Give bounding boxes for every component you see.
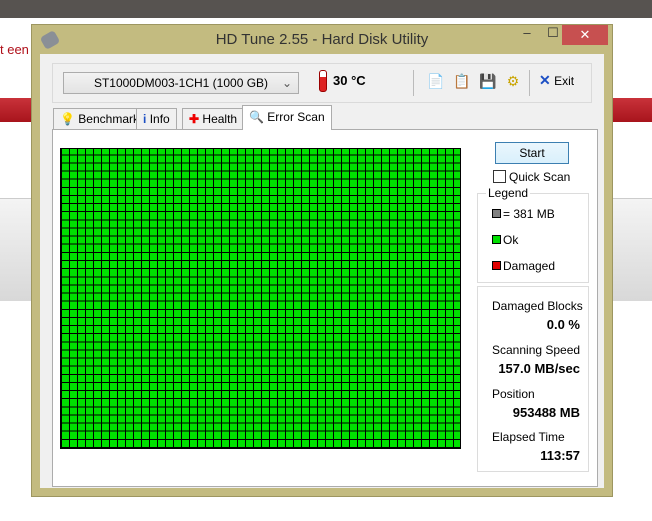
background-text: t een	[0, 42, 29, 57]
magnifier-icon: 🔍	[249, 110, 264, 124]
toolbar: ST1000DM003-1CH1 (1000 GB) ⌄ 30 °C 📄 📋 💾 …	[52, 63, 592, 103]
elapsed-time-label: Elapsed Time	[492, 430, 565, 444]
quick-scan-label: Quick Scan	[509, 170, 571, 184]
legend-title: Legend	[486, 186, 531, 200]
temperature-readout: 30 °C	[333, 73, 366, 88]
exit-label: Exit	[554, 74, 575, 88]
stats-group: Damaged Blocks 0.0 % Scanning Speed 157.…	[477, 286, 589, 472]
options-icon[interactable]: ⚙	[505, 73, 521, 89]
drive-select-value: ST1000DM003-1CH1 (1000 GB)	[93, 76, 269, 90]
legend-block-size: = 381 MB	[492, 207, 555, 221]
copy-text-icon[interactable]: 📄	[427, 73, 444, 89]
tab-label: Health	[202, 112, 238, 126]
legend-label: Ok	[503, 233, 519, 247]
scan-block-map	[60, 148, 461, 449]
drive-select[interactable]: ST1000DM003-1CH1 (1000 GB) ⌄	[63, 72, 299, 94]
thermometer-icon	[319, 70, 327, 92]
legend-damaged: Damaged	[492, 259, 555, 273]
damaged-blocks-value: 0.0 %	[546, 317, 580, 332]
bulb-icon: 💡	[60, 112, 75, 126]
toolbar-divider	[413, 70, 414, 96]
background-top-bar	[0, 0, 652, 18]
tab-benchmark[interactable]: 💡 Benchmark	[53, 108, 146, 129]
start-button[interactable]: Start	[495, 142, 569, 164]
tab-label: Error Scan	[267, 110, 325, 124]
damaged-blocks-label: Damaged Blocks	[492, 299, 583, 313]
tab-label: Benchmark	[78, 112, 139, 126]
copy-screenshot-icon[interactable]: 📋	[453, 73, 470, 89]
exit-x-icon: ✕	[539, 72, 551, 88]
legend-ok: Ok	[492, 233, 518, 247]
close-button[interactable]: ✕	[562, 25, 608, 45]
quick-scan-checkbox[interactable]: Quick Scan	[493, 170, 570, 184]
scanning-speed-label: Scanning Speed	[492, 343, 581, 357]
toolbar-divider	[529, 70, 530, 96]
health-cross-icon: ✚	[189, 112, 200, 126]
red-swatch-icon	[492, 261, 501, 270]
scanning-speed-value: 157.0 MB/sec	[498, 361, 580, 376]
tab-label: Info	[149, 112, 170, 126]
legend-label: Damaged	[503, 259, 556, 273]
tab-health[interactable]: ✚ Health	[182, 108, 245, 129]
legend-group: Legend = 381 MB Ok Damaged	[477, 186, 589, 283]
tab-info[interactable]: i Info	[136, 108, 177, 129]
save-icon[interactable]: 💾	[479, 73, 496, 89]
gray-swatch-icon	[492, 209, 501, 218]
green-swatch-icon	[492, 235, 501, 244]
client-area: ST1000DM003-1CH1 (1000 GB) ⌄ 30 °C 📄 📋 💾 …	[40, 54, 604, 488]
position-value: 953488 MB	[512, 405, 580, 420]
info-icon: i	[143, 112, 147, 126]
position-label: Position	[492, 387, 535, 401]
elapsed-time-value: 113:57	[540, 448, 580, 463]
tab-error-scan[interactable]: 🔍 Error Scan	[242, 105, 332, 130]
legend-label: = 381 MB	[503, 207, 555, 221]
error-scan-panel: Start Quick Scan Legend = 381 MB Ok Dama…	[52, 129, 598, 487]
chevron-down-icon: ⌄	[281, 76, 292, 90]
hdtune-window: HD Tune 2.55 - Hard Disk Utility ‒ ☐ ✕ S…	[31, 24, 613, 497]
exit-button[interactable]: ✕ Exit	[539, 72, 574, 89]
minimize-button[interactable]: ‒	[514, 25, 540, 45]
checkbox-box[interactable]	[493, 170, 506, 183]
